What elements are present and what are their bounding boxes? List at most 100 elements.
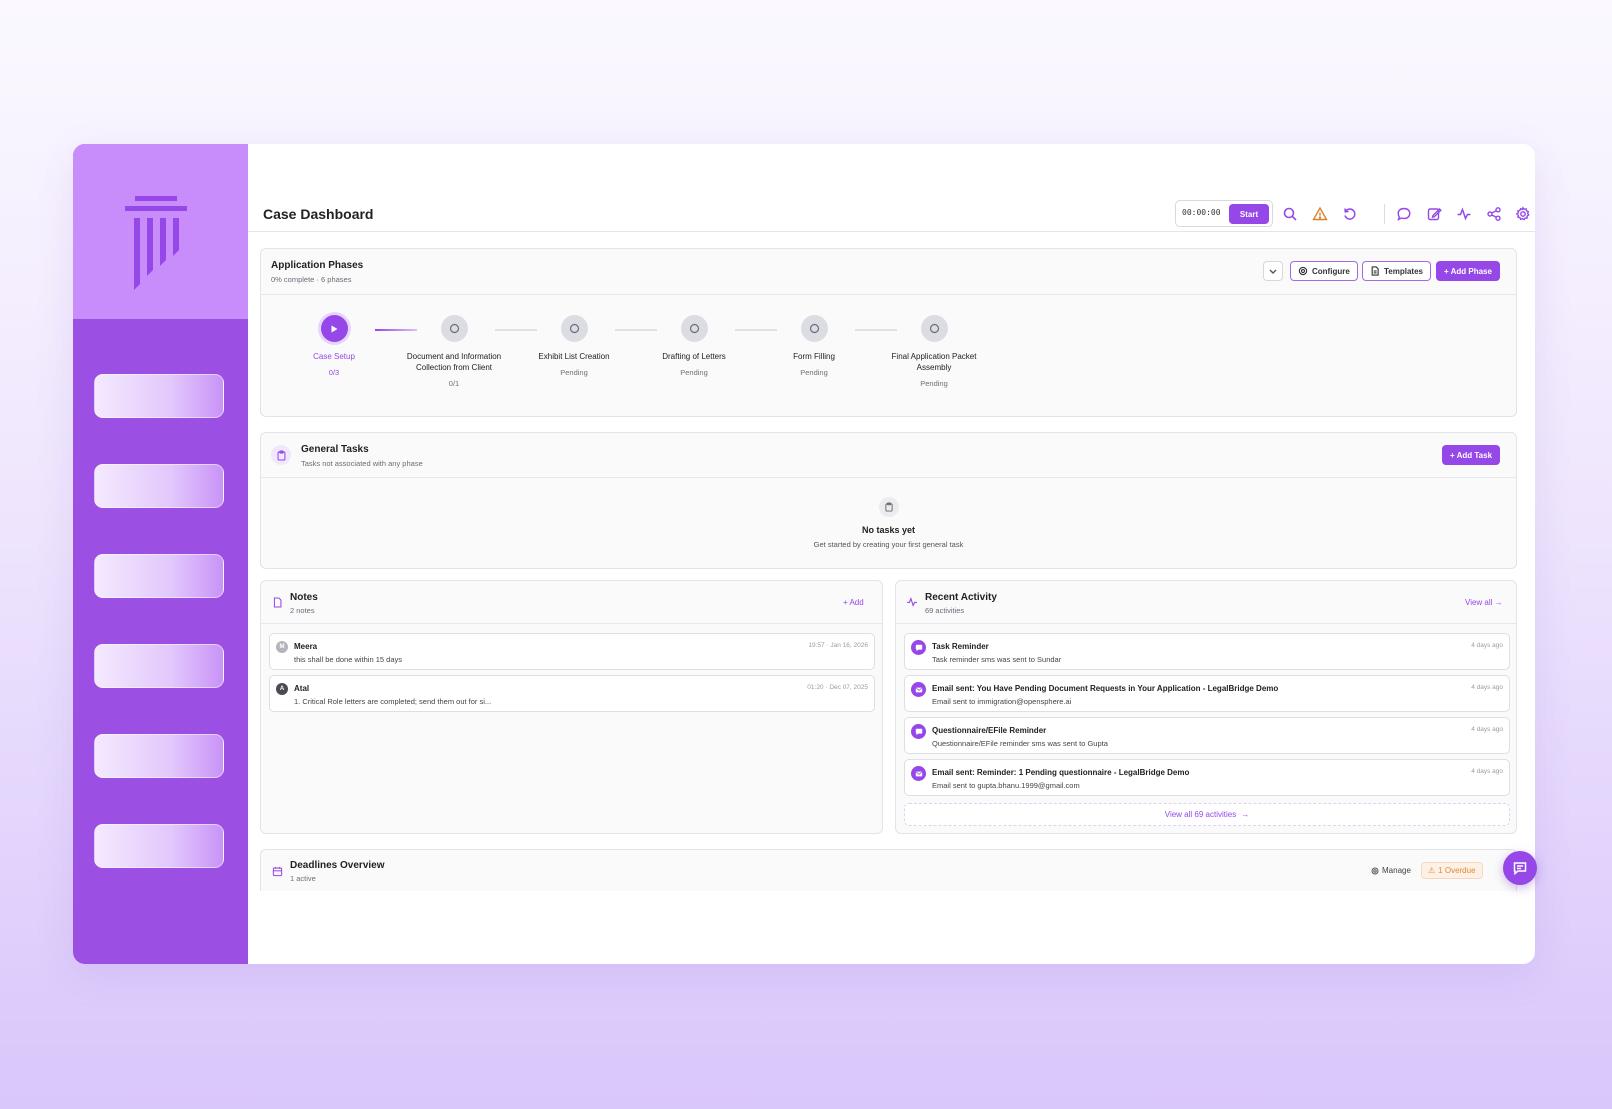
notes-card: Notes 2 notes + Add M Meera 19:57 · Jan … [260,580,883,834]
phase-step-1[interactable]: Case Setup 0/3 [274,315,394,377]
templates-button[interactable]: Templates [1362,261,1431,281]
circle-outline-icon [929,323,939,334]
activity-item[interactable]: Task Reminder 4 days ago Task reminder s… [904,633,1510,670]
phase-step-5[interactable]: Form Filling Pending [754,315,874,377]
sidebar-item-2[interactable] [94,464,224,508]
sidebar-item-4[interactable] [94,644,224,688]
activity-title: Email sent: Reminder: 1 Pending question… [932,768,1190,777]
start-timer-button[interactable]: Start [1229,204,1269,224]
note-author: Atal [294,684,310,693]
manage-deadlines-button[interactable]: Manage [1371,866,1411,875]
tasks-icon-badge [271,445,291,465]
clipboard-icon [277,450,285,460]
phase-step-6[interactable]: Final Application Packet Assembly Pendin… [874,315,994,388]
empty-subtitle: Get started by creating your first gener… [813,540,964,549]
chat-fab-button[interactable] [1503,851,1537,885]
activity-card-header: Recent Activity 69 activities View all → [896,581,1516,624]
sidebar-nav [73,319,248,868]
notes-icon-badge [267,592,287,612]
activity-icon[interactable] [1456,206,1472,222]
warning-icon[interactable] [1312,206,1328,222]
file-icon [273,597,281,607]
add-phase-button[interactable]: + Add Phase [1436,261,1500,281]
avatar: M [276,641,288,653]
empty-icon-badge [878,497,899,517]
note-item[interactable]: A Atal 01:20 · Dec 07, 2025 1. Critical … [269,675,875,712]
phase-step-3[interactable]: Exhibit List Creation Pending [514,315,634,377]
phase-circle [920,315,948,342]
sidebar-item-1[interactable] [94,374,224,418]
activity-time: 4 days ago [1471,726,1503,733]
activity-time: 4 days ago [1471,684,1503,691]
add-task-button[interactable]: + Add Task [1442,445,1501,465]
phase-status: Pending [800,368,828,377]
sidebar-item-6[interactable] [94,824,224,868]
manage-label: Manage [1382,866,1411,875]
activity-icon-badge [902,592,922,612]
share-icon[interactable] [1486,206,1502,222]
circle-outline-icon [689,323,699,334]
phase-active-circle [320,315,348,342]
phase-status: 0/3 [328,368,340,377]
phase-name: Drafting of Letters [662,352,726,361]
deadlines-card-subtitle: 1 active [290,874,316,883]
mail-icon [915,687,922,692]
document-icon [1371,266,1379,276]
activity-text: Email sent to immigration@opensphere.ai [932,697,1072,706]
page-title: Case Dashboard [263,206,374,222]
activity-card-title: Recent Activity [925,592,997,603]
note-author: Meera [294,642,318,651]
activity-text: Questionnaire/EFile reminder sms was sen… [932,739,1108,748]
configure-button[interactable]: Configure [1290,261,1358,281]
activity-title: Email sent: You Have Pending Document Re… [932,684,1279,693]
sidebar-item-3[interactable] [94,554,224,598]
phase-name: Document and Information Collection from… [406,352,502,372]
chat-icon [915,728,922,735]
phase-circle [560,315,588,342]
tasks-card-subtitle: Tasks not associated with any phase [301,459,423,468]
main-content: Case Dashboard 00:00:00 Start Applicatio… [248,144,1535,964]
general-tasks-card: General Tasks Tasks not associated with … [260,432,1517,569]
overdue-badge[interactable]: ⚠ 1 Overdue [1421,862,1483,879]
deadlines-icon-badge [267,861,287,881]
avatar: A [276,683,288,695]
phase-status: Pending [680,368,708,377]
activity-type-badge [911,640,926,655]
search-icon[interactable] [1282,206,1298,222]
collapse-phases-button[interactable] [1263,261,1283,281]
note-text: 1. Critical Role letters are completed; … [294,697,492,706]
phases-card-title: Application Phases [271,260,364,271]
activity-item[interactable]: Questionnaire/EFile Reminder 4 days ago … [904,717,1510,754]
mail-icon [915,771,922,776]
refresh-icon[interactable] [1342,206,1358,222]
view-all-activity-link[interactable]: View all → [1465,598,1503,607]
phase-step-2[interactable]: Document and Information Collection from… [394,315,514,388]
view-all-activities-button[interactable]: View all 69 activities → [904,803,1510,826]
activity-item[interactable]: Email sent: You Have Pending Document Re… [904,675,1510,712]
recent-activity-card: Recent Activity 69 activities View all →… [895,580,1517,834]
topbar: Case Dashboard 00:00:00 Start [248,200,1535,232]
settings-icon[interactable] [1515,206,1531,222]
comment-icon[interactable] [1396,206,1412,222]
deadlines-card-title: Deadlines Overview [290,860,385,871]
gear-icon [1298,266,1308,276]
sidebar-item-5[interactable] [94,734,224,778]
phase-step-4[interactable]: Drafting of Letters Pending [634,315,754,377]
chat-icon [915,644,922,651]
view-all-activities-label: View all 69 activities [1164,810,1237,819]
phase-status: Pending [920,379,948,388]
activity-text: Task reminder sms was sent to Sundar [932,655,1062,664]
phase-status: 0/1 [448,379,460,388]
phase-name: Final Application Packet Assembly [891,352,977,372]
activity-item[interactable]: Email sent: Reminder: 1 Pending question… [904,759,1510,796]
edit-note-icon[interactable] [1426,206,1442,222]
tasks-card-title: General Tasks [301,444,369,455]
notes-card-title: Notes [290,592,318,603]
activity-card-subtitle: 69 activities [925,606,965,615]
sidebar [73,144,248,964]
add-note-link[interactable]: + Add [843,598,864,607]
activity-text: Email sent to gupta.bhanu.1999@gmail.com [932,781,1080,790]
templates-label: Templates [1384,266,1423,276]
note-item[interactable]: M Meera 19:57 · Jan 16, 2026 this shall … [269,633,875,670]
sidebar-logo[interactable] [73,144,248,319]
